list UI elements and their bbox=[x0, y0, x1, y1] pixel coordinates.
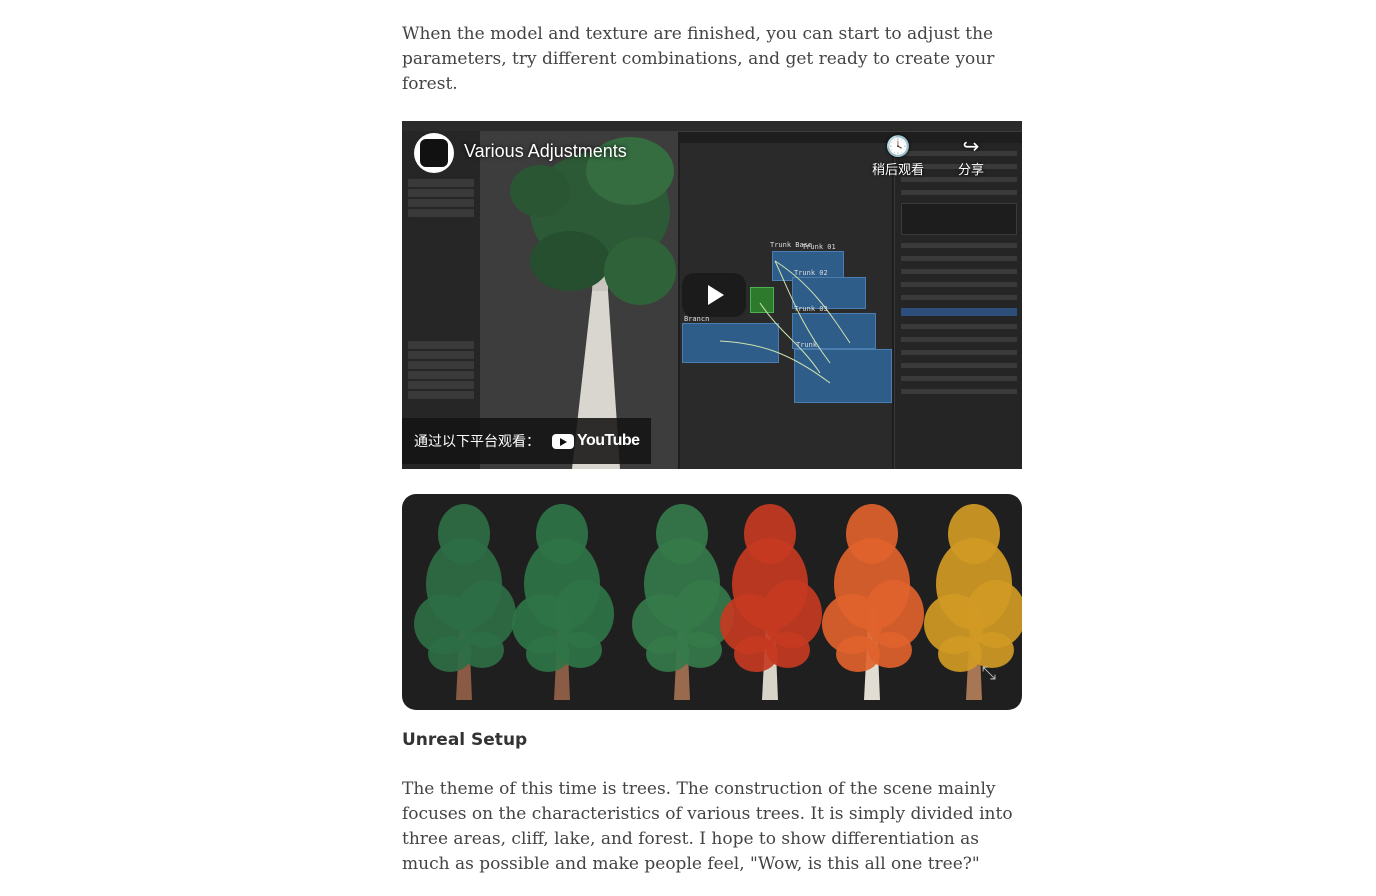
clock-icon: 🕓 bbox=[885, 134, 911, 158]
properties-panel bbox=[894, 143, 1022, 469]
watch-on-youtube-bar[interactable]: 通过以下平台观看： YouTube bbox=[402, 418, 651, 464]
watch-later-label: 稍后观看 bbox=[872, 163, 925, 178]
tree-foliage bbox=[460, 632, 504, 668]
tree-foliage bbox=[846, 504, 898, 564]
youtube-link[interactable]: YouTube bbox=[552, 432, 640, 450]
tree-foliage bbox=[948, 504, 1000, 564]
tree-2 bbox=[512, 504, 614, 700]
section-heading: Unreal Setup bbox=[402, 730, 528, 750]
channel-avatar[interactable] bbox=[414, 133, 454, 173]
youtube-icon bbox=[552, 433, 574, 449]
node-label: Trunk bbox=[796, 341, 818, 349]
watch-later-button[interactable]: 🕓 稍后观看 bbox=[872, 133, 924, 178]
tree-6 bbox=[924, 504, 1022, 700]
tree-foliage bbox=[438, 504, 490, 564]
tree-foliage bbox=[678, 632, 722, 668]
tree-4 bbox=[720, 504, 822, 700]
watch-on-label: 通过以下平台观看： bbox=[414, 434, 540, 450]
tree-foliage bbox=[766, 632, 810, 668]
body-paragraph: The theme of this time is trees. The con… bbox=[402, 779, 1013, 874]
node-label: Trunk 01 bbox=[802, 243, 836, 251]
tree-foliage bbox=[744, 504, 796, 564]
share-button[interactable]: ↪ 分享 bbox=[958, 133, 984, 178]
video-title[interactable]: Various Adjustments bbox=[464, 141, 627, 162]
tree-3 bbox=[632, 504, 734, 700]
youtube-wordmark: YouTube bbox=[577, 432, 640, 449]
tree-variations-render bbox=[414, 504, 1022, 700]
intro-paragraph: When the model and texture are finished,… bbox=[402, 24, 995, 94]
play-icon bbox=[708, 285, 724, 305]
node-label: Trunk 03 bbox=[794, 305, 828, 313]
tree-foliage bbox=[558, 632, 602, 668]
tree-5 bbox=[822, 504, 924, 700]
tree-foliage bbox=[868, 632, 912, 668]
tree-foliage bbox=[536, 504, 588, 564]
tree-gallery-image[interactable]: ⤡ bbox=[402, 494, 1022, 710]
tree-1 bbox=[414, 504, 516, 700]
tree-foliage bbox=[656, 504, 708, 564]
video-embed[interactable]: Trunk Base Trunk 01 Trunk 02 Trunk 03 Br… bbox=[402, 121, 1022, 469]
expand-icon[interactable]: ⤡ bbox=[982, 663, 996, 684]
share-icon: ↪ bbox=[962, 134, 980, 158]
node-label: Trunk 02 bbox=[794, 269, 828, 277]
play-button[interactable] bbox=[682, 273, 746, 317]
share-label: 分享 bbox=[958, 163, 985, 178]
